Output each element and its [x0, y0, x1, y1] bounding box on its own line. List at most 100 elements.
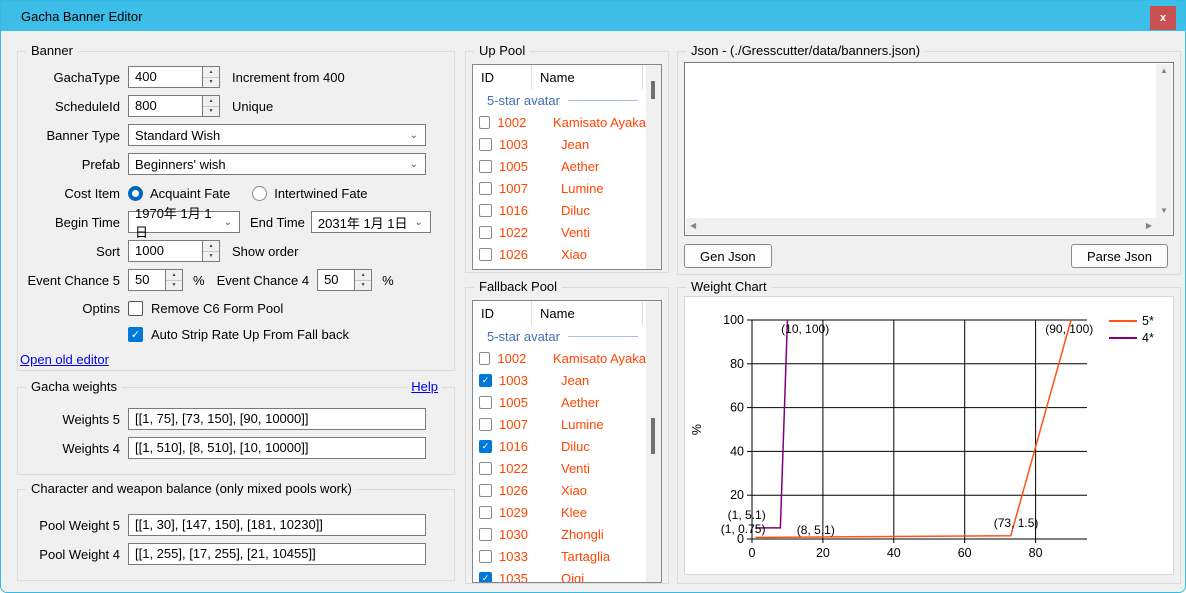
json-textarea[interactable]: ▲ ▼ ◀ ▶ — [684, 62, 1174, 236]
pool-row[interactable]: ✓1035Qiqi — [473, 567, 646, 583]
gacha-type-spinner[interactable]: 400 ▲▼ — [128, 66, 220, 88]
pool-row[interactable]: 1007Lumine — [473, 177, 646, 199]
pool-row[interactable]: 1002Kamisato Ayaka — [473, 111, 646, 133]
spinner-down-icon[interactable]: ▼ — [355, 281, 371, 291]
pool-row[interactable]: 1005Aether — [473, 391, 646, 413]
row-checkbox[interactable] — [479, 182, 492, 195]
row-checkbox[interactable] — [479, 248, 492, 261]
scroll-up-icon[interactable]: ▲ — [1160, 67, 1168, 75]
row-id: 1022 — [499, 461, 543, 476]
pool-row[interactable]: 1030Zhongli — [473, 523, 646, 545]
begin-time-picker[interactable]: 1970年 1月 1日 ⌄ — [128, 211, 240, 233]
help-link[interactable]: Help — [407, 379, 442, 394]
event-chance-5-value[interactable]: 50 — [129, 270, 165, 290]
row-checkbox[interactable] — [479, 226, 492, 239]
weights-4-input[interactable]: [[1, 510], [8, 510], [10, 10000]] — [128, 437, 426, 459]
acquaint-fate-label[interactable]: Acquaint Fate — [150, 186, 230, 201]
pool-row[interactable]: 1003Jean — [473, 133, 646, 155]
pool-row[interactable]: 1022Venti — [473, 457, 646, 479]
auto-strip-label[interactable]: Auto Strip Rate Up From Fall back — [151, 327, 349, 342]
pool-row[interactable]: 1026Xiao — [473, 243, 646, 265]
auto-strip-checkbox[interactable]: ✓ — [128, 327, 143, 342]
event-chance-4-value[interactable]: 50 — [318, 270, 354, 290]
name-column-header[interactable]: Name — [532, 301, 643, 325]
row-checkbox[interactable]: ✓ — [479, 440, 492, 453]
row-checkbox[interactable] — [479, 484, 492, 497]
end-time-picker[interactable]: 2031年 1月 1日 ⌄ — [311, 211, 431, 233]
prefab-combobox[interactable]: Beginners' wish ⌄ — [128, 153, 426, 175]
spinner-up-icon[interactable]: ▲ — [203, 96, 219, 107]
scrollbar-thumb[interactable] — [651, 418, 655, 454]
scroll-down-icon[interactable]: ▼ — [1160, 207, 1168, 215]
spinner-down-icon[interactable]: ▼ — [166, 281, 182, 291]
spinner-down-icon[interactable]: ▼ — [203, 107, 219, 117]
row-checkbox[interactable] — [479, 550, 492, 563]
fallback-pool-scrollbar[interactable] — [646, 301, 661, 582]
spinner-up-icon[interactable]: ▲ — [203, 241, 219, 252]
gen-json-button[interactable]: Gen Json — [684, 244, 772, 268]
row-checkbox[interactable] — [479, 352, 490, 365]
spinner-down-icon[interactable]: ▼ — [203, 78, 219, 88]
pool-row[interactable]: 1033Tartaglia — [473, 545, 646, 567]
close-button[interactable]: x — [1150, 6, 1176, 30]
open-old-editor-link[interactable]: Open old editor — [20, 352, 109, 367]
horizontal-scrollbar[interactable]: ◀ ▶ — [686, 218, 1156, 234]
scrollbar-thumb[interactable] — [651, 81, 655, 99]
schedule-id-value[interactable]: 800 — [129, 96, 202, 116]
row-checkbox[interactable] — [479, 506, 492, 519]
id-column-header[interactable]: ID — [473, 301, 532, 325]
pool-row[interactable]: 1016Diluc — [473, 199, 646, 221]
schedule-id-spinner[interactable]: 800 ▲▼ — [128, 95, 220, 117]
row-checkbox[interactable]: ✓ — [479, 374, 492, 387]
row-checkbox[interactable] — [479, 116, 490, 129]
row-checkbox[interactable] — [479, 418, 492, 431]
up-pool-list: ID Name 5-star avatar 1002Kamisato Ayaka… — [472, 64, 662, 270]
parse-json-button[interactable]: Parse Json — [1071, 244, 1168, 268]
spinner-down-icon[interactable]: ▼ — [203, 252, 219, 262]
up-pool-scrollbar[interactable] — [646, 65, 661, 269]
scroll-left-icon[interactable]: ◀ — [690, 222, 696, 230]
row-checkbox[interactable] — [479, 462, 492, 475]
spinner-up-icon[interactable]: ▲ — [355, 270, 371, 281]
vertical-scrollbar[interactable]: ▲ ▼ — [1156, 64, 1172, 218]
pool-row[interactable]: ✓1016Diluc — [473, 435, 646, 457]
row-checkbox[interactable] — [479, 138, 492, 151]
pool-row[interactable]: 1002Kamisato Ayaka — [473, 347, 646, 369]
up-pool-header: ID Name — [473, 65, 646, 89]
weight-chart-group: Weight Chart 020406080020406080100%(10, … — [677, 287, 1181, 584]
event-chance-5-spinner[interactable]: 50 ▲▼ — [128, 269, 183, 291]
pool-row[interactable]: 1026Xiao — [473, 479, 646, 501]
row-id: 1033 — [499, 549, 543, 564]
banner-type-combobox[interactable]: Standard Wish ⌄ — [128, 124, 426, 146]
row-checkbox[interactable] — [479, 204, 492, 217]
name-column-header[interactable]: Name — [532, 65, 643, 89]
acquaint-fate-radio[interactable] — [128, 186, 143, 201]
svg-text:40: 40 — [887, 546, 901, 560]
event-chance-4-spinner[interactable]: 50 ▲▼ — [317, 269, 372, 291]
row-checkbox[interactable] — [479, 160, 492, 173]
sort-value[interactable]: 1000 — [129, 241, 202, 261]
intertwined-fate-label[interactable]: Intertwined Fate — [274, 186, 367, 201]
row-checkbox[interactable] — [479, 396, 492, 409]
pool-row[interactable]: ✓1003Jean — [473, 369, 646, 391]
end-time-label: End Time — [250, 215, 305, 230]
spinner-up-icon[interactable]: ▲ — [203, 67, 219, 78]
sort-spinner[interactable]: 1000 ▲▼ — [128, 240, 220, 262]
pool-row[interactable]: 1029Klee — [473, 501, 646, 523]
titlebar[interactable]: Gacha Banner Editor x — [1, 1, 1185, 31]
row-checkbox[interactable]: ✓ — [479, 572, 492, 584]
gacha-type-value[interactable]: 400 — [129, 67, 202, 87]
id-column-header[interactable]: ID — [473, 65, 532, 89]
remove-c6-label[interactable]: Remove C6 Form Pool — [151, 301, 283, 316]
remove-c6-checkbox[interactable] — [128, 301, 143, 316]
pool-weight-4-input[interactable]: [[1, 255], [17, 255], [21, 10455]] — [128, 543, 426, 565]
weights-5-input[interactable]: [[1, 75], [73, 150], [90, 10000]] — [128, 408, 426, 430]
pool-row[interactable]: 1007Lumine — [473, 413, 646, 435]
pool-row[interactable]: 1022Venti — [473, 221, 646, 243]
spinner-up-icon[interactable]: ▲ — [166, 270, 182, 281]
scroll-right-icon[interactable]: ▶ — [1146, 222, 1152, 230]
pool-row[interactable]: 1005Aether — [473, 155, 646, 177]
row-checkbox[interactable] — [479, 528, 492, 541]
pool-weight-5-input[interactable]: [[1, 30], [147, 150], [181, 10230]] — [128, 514, 426, 536]
intertwined-fate-radio[interactable] — [252, 186, 267, 201]
